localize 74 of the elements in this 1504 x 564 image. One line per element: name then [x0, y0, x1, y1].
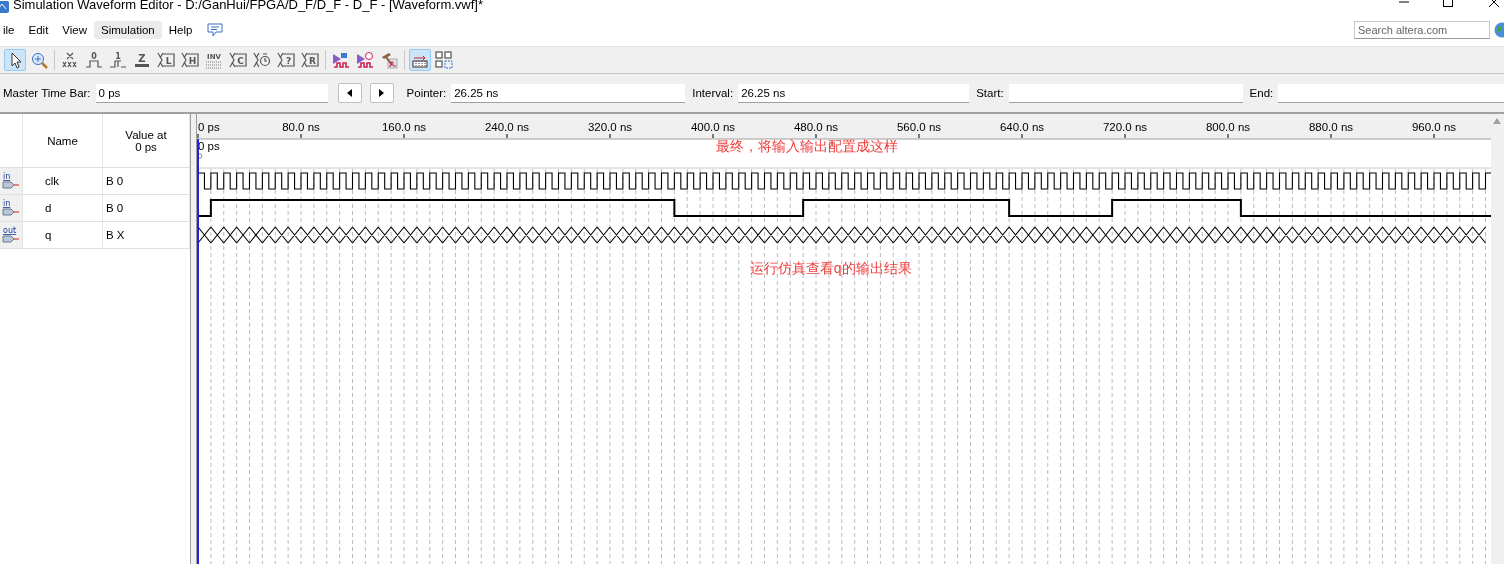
- time-tick: [815, 133, 817, 139]
- pointer-field[interactable]: 26.25 ns: [451, 83, 686, 103]
- time-tick: [918, 133, 920, 139]
- time-tick: [506, 133, 508, 139]
- time-label: 560.0 ns: [896, 121, 941, 133]
- menu-item[interactable]: Edit: [21, 21, 56, 39]
- previous-button[interactable]: [337, 83, 362, 103]
- time-label: 960.0 ns: [1411, 121, 1456, 133]
- value-button[interactable]: R: [299, 49, 321, 71]
- value-button[interactable]: C: [227, 49, 249, 71]
- time-label: 800.0 ns: [1205, 121, 1250, 133]
- interval-field[interactable]: 26.25 ns: [738, 83, 970, 103]
- signal-value: B 0: [106, 202, 124, 214]
- marker-flag-icon[interactable]: [197, 153, 203, 159]
- time-label: 240.0 ns: [484, 121, 529, 133]
- signal-name: clk: [45, 175, 60, 187]
- signal-name: q: [45, 229, 52, 241]
- time-tick: [1227, 133, 1229, 139]
- time-tick: [712, 133, 714, 139]
- next-button[interactable]: [369, 83, 394, 103]
- menu-item[interactable]: ile: [0, 21, 22, 39]
- snap-grid-icon[interactable]: [409, 49, 431, 71]
- left-arrow-icon: [346, 89, 353, 97]
- time-tick: [1021, 133, 1023, 139]
- field-label: End:: [1248, 87, 1275, 99]
- column-header: Value at 0 ps: [124, 128, 168, 153]
- select-all-icon[interactable]: [433, 49, 455, 71]
- time-label: 880.0 ns: [1308, 121, 1353, 133]
- annotation-text: 运行仿真查看q的输出结果: [749, 260, 912, 278]
- signal-value: B X: [106, 229, 125, 241]
- time-label: 80.0 ns: [281, 121, 320, 133]
- field-label: Interval:: [691, 87, 735, 99]
- menu-item[interactable]: View: [55, 21, 95, 39]
- time-label: 0 ps: [197, 121, 220, 133]
- signal-name: d: [45, 202, 52, 214]
- value-button[interactable]: L: [155, 49, 177, 71]
- time-label: 160.0 ns: [381, 121, 426, 133]
- pointer-icon[interactable]: [4, 49, 26, 71]
- value-button[interactable]: H: [179, 49, 201, 71]
- time-tick: [300, 133, 302, 139]
- menu-item[interactable]: Help: [161, 21, 200, 39]
- scrollbar[interactable]: [1490, 114, 1504, 564]
- marker-label: 0 ps: [197, 140, 220, 152]
- time-label: 640.0 ns: [999, 121, 1044, 133]
- column-header: Name: [47, 134, 78, 147]
- high-impedance-button[interactable]: Z: [131, 49, 153, 71]
- field-label: Pointer:: [405, 87, 448, 99]
- run-timing-icon[interactable]: [354, 49, 376, 71]
- time-tick: [403, 133, 405, 139]
- annotation-text: 最终，将输入输出配置成这样: [715, 138, 898, 156]
- speech-bubble-icon[interactable]: [207, 23, 224, 37]
- time-tick: [1124, 133, 1126, 139]
- time-tick: [1330, 133, 1332, 139]
- search-field[interactable]: Search altera.com: [1354, 21, 1490, 39]
- time-label: 480.0 ns: [793, 121, 838, 133]
- time-tick: [1433, 133, 1435, 139]
- time-label: 320.0 ns: [587, 121, 632, 133]
- right-arrow-icon: [378, 89, 385, 97]
- time-tick: [609, 133, 611, 139]
- master-time-field[interactable]: 0 ps: [95, 83, 328, 103]
- signal-value: B 0: [106, 175, 124, 187]
- end-field[interactable]: [1278, 83, 1504, 103]
- value-button[interactable]: ?: [275, 49, 297, 71]
- time-label: 720.0 ns: [1102, 121, 1147, 133]
- high-level-button[interactable]: 1: [107, 49, 129, 71]
- low-level-button[interactable]: 0: [83, 49, 105, 71]
- time-tick: [197, 133, 199, 139]
- field-label: Start:: [975, 87, 1005, 99]
- field-label: Master Time Bar:: [2, 87, 92, 99]
- time-bar-line[interactable]: [196, 138, 199, 564]
- start-field[interactable]: [1008, 83, 1243, 103]
- menu-item[interactable]: Simulation: [94, 21, 162, 39]
- window-title: Simulation Waveform Editor - D:/GanHui/FPGA/D_F/D_F - D_F - [Waveform.vwf]*: [13, 0, 484, 11]
- time-label: 400.0 ns: [690, 121, 735, 133]
